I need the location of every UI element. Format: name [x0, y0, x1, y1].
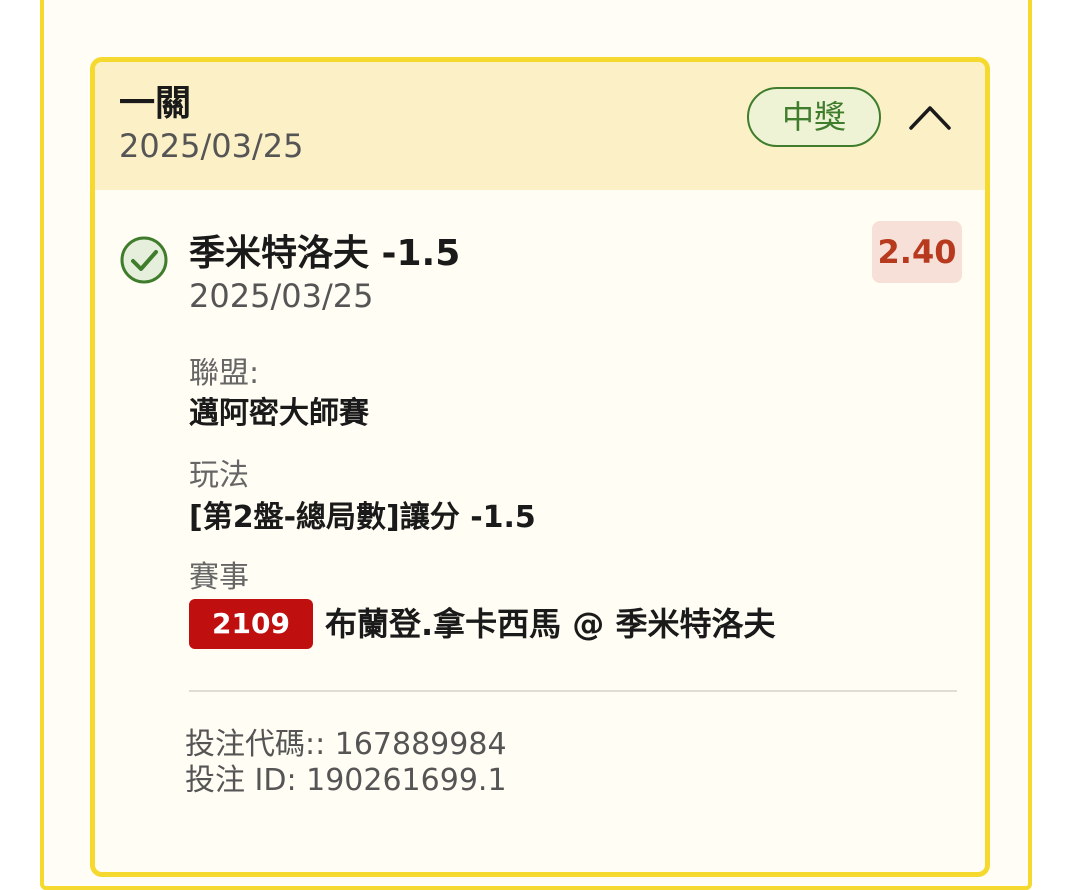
event-code-badge: 2109: [189, 599, 313, 649]
check-circle-icon: [119, 235, 169, 285]
collapse-toggle-button[interactable]: [905, 96, 955, 138]
market-label: 玩法: [189, 458, 249, 493]
bet-type-label: 一關: [119, 83, 192, 124]
market-value: [第2盤-總局數]讓分 -1.5: [189, 500, 536, 535]
event-label: 賽事: [189, 560, 249, 595]
selection-date: 2025/03/25: [189, 277, 374, 315]
bet-id: 投注 ID: 190261699.1: [185, 763, 507, 798]
bet-card-header: 一關 2025/03/25 中獎: [95, 62, 985, 190]
chevron-up-icon: [909, 106, 951, 130]
status-badge: 中獎: [747, 87, 881, 147]
divider: [189, 690, 957, 692]
league-value: 邁阿密大師賽: [189, 396, 369, 431]
bet-card: 一關 2025/03/25 中獎 季米特洛夫 -1.5 2025/03/25 2…: [90, 57, 990, 877]
bet-code: 投注代碼:: 167889984: [185, 727, 507, 762]
league-label: 聯盟:: [189, 356, 260, 391]
bet-date: 2025/03/25: [119, 127, 304, 165]
odds-badge: 2.40: [872, 221, 962, 283]
event-name: 布蘭登.拿卡西馬 @ 季米特洛夫: [325, 605, 776, 643]
selection-title: 季米特洛夫 -1.5: [189, 233, 461, 274]
